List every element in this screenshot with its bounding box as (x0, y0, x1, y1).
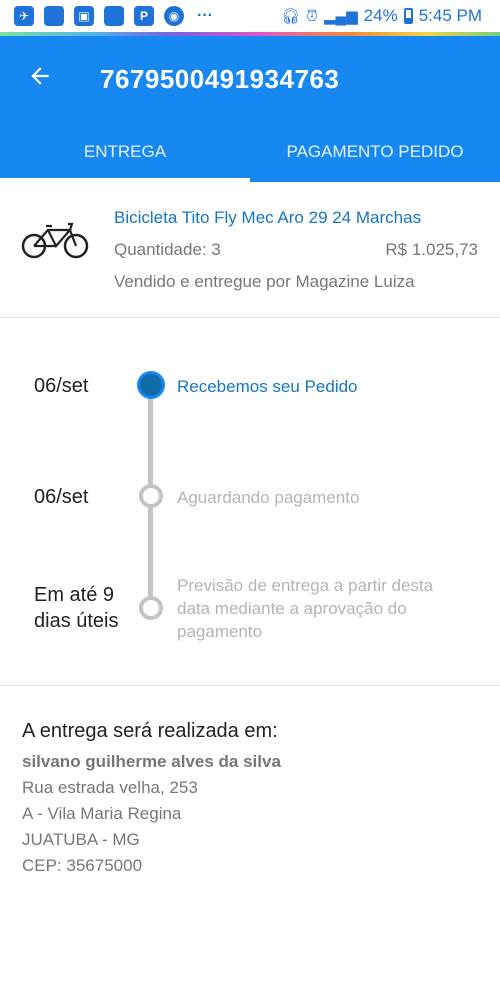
recipient-name: silvano guilherme alves da silva (22, 752, 281, 771)
timeline-date: Em até 9 dias úteis (34, 582, 119, 634)
timeline-status: Aguardando pagamento (177, 488, 360, 507)
timeline-status: Recebemos seu Pedido (177, 377, 358, 396)
timeline-status-line: pagamento (177, 622, 263, 641)
step-pending-icon (139, 484, 163, 508)
app-bar: 7679500491934763 ENTREGA PAGAMENTO PEDID… (0, 36, 500, 182)
timeline-date: 06/set (34, 375, 89, 397)
delivery-timeline: 06/set Recebemos seu Pedido 06/set Aguar… (0, 318, 500, 686)
step-pending-icon (139, 596, 163, 620)
tab-bar: ENTREGA PAGAMENTO PEDIDO (0, 136, 500, 182)
delivery-address: A entrega será realizada em: silvano gui… (0, 686, 500, 986)
more-notifications-icon: ··· (197, 7, 213, 24)
timeline-date-line: Em até 9 (34, 584, 115, 606)
timeline-date-line: dias úteis (34, 610, 119, 632)
paypal-icon: P (134, 6, 154, 26)
photo-icon: ▣ (74, 6, 94, 26)
timeline-status-line: data mediante a aprovação do (177, 599, 407, 618)
address-cep: CEP: 35675000 (22, 856, 143, 875)
bicycle-icon (21, 222, 89, 259)
clock: 5:45 PM (418, 6, 482, 25)
timeline-status: Previsão de entrega a partir desta data … (177, 574, 433, 643)
chrome-icon: ◉ (164, 6, 184, 26)
back-button[interactable] (22, 58, 58, 94)
timeline-date: 06/set (34, 486, 89, 508)
timeline-status-line: Previsão de entrega a partir desta (177, 576, 434, 595)
battery-icon (403, 8, 413, 24)
game-controller-icon: ✈ (14, 6, 34, 26)
status-bar: ✈ ▣ P ◉ ··· 🎧︎ ⏰︎ ▂▄▆ 24% 5:45 PM (0, 0, 500, 34)
notification-icons: ✈ ▣ P ◉ ··· (14, 6, 216, 26)
product-card[interactable]: Bicicleta Tito Fly Mec Aro 29 24 Marchas… (0, 182, 500, 318)
signal-icon: ▂▄▆ (323, 8, 358, 25)
tab-entrega[interactable]: ENTREGA (0, 136, 250, 182)
product-seller: Vendido e entregue por Magazine Luiza (114, 272, 415, 291)
product-quantity: Quantidade: 3 (114, 240, 221, 259)
tab-pagamento-pedido[interactable]: PAGAMENTO PEDIDO (250, 136, 500, 182)
address-heading: A entrega será realizada em: (22, 720, 278, 742)
step-complete-icon (137, 371, 165, 399)
arrow-left-icon (31, 67, 49, 85)
order-number: 7679500491934763 (100, 64, 340, 94)
system-status: 🎧︎ ⏰︎ ▂▄▆ 24% 5:45 PM (281, 6, 482, 26)
app-icon (104, 6, 124, 26)
address-street: Rua estrada velha, 253 (22, 778, 198, 797)
headset-icon: 🎧︎ (281, 8, 301, 25)
product-name[interactable]: Bicicleta Tito Fly Mec Aro 29 24 Marchas (114, 208, 421, 228)
app-icon (44, 6, 64, 26)
battery-percent: 24% (363, 6, 398, 25)
product-price: R$ 1.025,73 (385, 240, 478, 259)
address-district: A - Vila Maria Regina (22, 804, 182, 823)
alarm-icon: ⏰︎ (306, 7, 318, 25)
address-city: JUATUBA - MG (22, 830, 140, 849)
